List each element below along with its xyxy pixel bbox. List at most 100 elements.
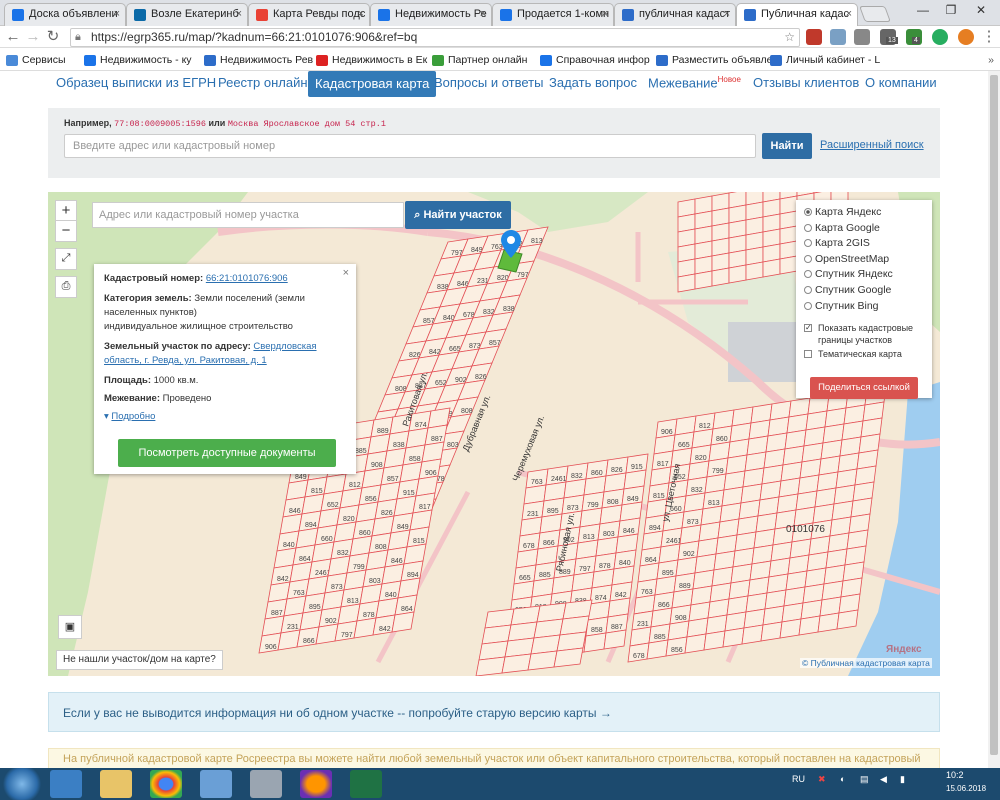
layer-option[interactable]: Спутник Google bbox=[804, 284, 891, 296]
close-tab-icon[interactable]: × bbox=[846, 4, 852, 25]
cadastral-plot[interactable] bbox=[684, 633, 707, 654]
cadastral-plot[interactable] bbox=[779, 255, 798, 275]
tray-icon[interactable]: ◐ bbox=[840, 774, 845, 784]
bookmark-item[interactable]: Справочная инфор bbox=[540, 49, 650, 71]
bookmark-item[interactable]: Недвижимость Рев bbox=[204, 49, 313, 71]
back-icon[interactable]: ← bbox=[4, 28, 22, 46]
cadastral-plot[interactable] bbox=[760, 621, 783, 642]
close-tab-icon[interactable]: × bbox=[236, 4, 242, 25]
network-icon[interactable]: ▤ bbox=[860, 774, 869, 785]
url-field[interactable]: 🔒︎ https://egrp365.ru/map/?kadnum=66:21:… bbox=[70, 28, 800, 47]
forward-icon[interactable]: → bbox=[24, 28, 42, 46]
not-found-button[interactable]: Не нашли участок/дом на карте? bbox=[56, 650, 223, 670]
cadastral-plot[interactable] bbox=[583, 632, 607, 653]
layer-option[interactable]: Карта Яндекс bbox=[804, 206, 881, 218]
language-indicator[interactable]: RU bbox=[792, 774, 805, 784]
firefox-icon[interactable] bbox=[300, 770, 332, 798]
app-icon[interactable] bbox=[200, 770, 232, 798]
nav-reviews[interactable]: Отзывы клиентов bbox=[753, 75, 859, 90]
cadastral-plot[interactable] bbox=[836, 609, 859, 630]
extension-icon[interactable] bbox=[830, 29, 846, 45]
cadastral-plot[interactable] bbox=[703, 630, 726, 651]
bookmark-item[interactable]: Партнер онлайн bbox=[432, 49, 527, 71]
bookmark-star-icon[interactable]: ☆ bbox=[784, 29, 795, 46]
bookmark-item[interactable]: Недвижимость - ку bbox=[84, 49, 192, 71]
browser-tab[interactable]: Продается 1-комн × bbox=[492, 3, 614, 26]
cadastral-plot[interactable] bbox=[527, 650, 558, 671]
cadastral-plot[interactable] bbox=[391, 611, 415, 633]
file-explorer-icon[interactable] bbox=[100, 770, 132, 798]
location-marker-icon[interactable] bbox=[500, 230, 522, 260]
cad-number-link[interactable]: 66:21:0101076:906 bbox=[206, 273, 288, 284]
cadastral-map[interactable]: 797 838 857 826 808 803 878 874 858 915 849 846 840 8… bbox=[48, 192, 940, 676]
more-details-link[interactable]: ▾ Подробно bbox=[104, 410, 344, 424]
nav-survey[interactable]: МежеваниеНовое bbox=[648, 75, 741, 90]
extension-badge-icon[interactable]: 13 bbox=[880, 29, 898, 45]
cadastral-plot[interactable] bbox=[728, 264, 747, 284]
browser-tab[interactable]: Доска объявлени × bbox=[4, 3, 126, 26]
bookmark-item[interactable]: Сервисы bbox=[6, 49, 66, 71]
cadastral-plot[interactable] bbox=[798, 615, 821, 636]
advanced-search-link[interactable]: Расширенный поиск bbox=[820, 139, 924, 151]
browser-tab[interactable]: Публичная кадас × bbox=[736, 3, 858, 27]
bookmark-item[interactable]: Личный кабинет - L bbox=[770, 49, 880, 71]
reload-icon[interactable]: ↻ bbox=[44, 28, 62, 46]
new-tab-button[interactable] bbox=[859, 6, 891, 22]
printer-app-icon[interactable] bbox=[250, 770, 282, 798]
find-plot-button[interactable]: ⌕ Найти участок bbox=[405, 201, 511, 229]
cadastral-plot[interactable] bbox=[475, 656, 506, 676]
layer-option[interactable]: Карта Google bbox=[804, 222, 880, 234]
old-map-notice[interactable]: Если у вас не выводится информация ни об… bbox=[48, 692, 940, 732]
close-tab-icon[interactable]: × bbox=[602, 4, 608, 25]
menu-icon[interactable]: ⋮ bbox=[980, 28, 998, 46]
more-bookmarks-icon[interactable]: » bbox=[988, 49, 994, 71]
extension-icon[interactable] bbox=[932, 29, 948, 45]
media-player-icon[interactable] bbox=[50, 770, 82, 798]
nav-ask-question[interactable]: Задать вопрос bbox=[549, 75, 637, 90]
cadastral-plot[interactable] bbox=[646, 639, 669, 660]
cadastral-plot[interactable] bbox=[741, 624, 764, 645]
close-tab-icon[interactable]: × bbox=[358, 4, 364, 25]
nav-faq[interactable]: Вопросы и ответы bbox=[434, 75, 543, 90]
legend-icon[interactable]: ▣ bbox=[58, 615, 82, 639]
layer-option[interactable]: OpenStreetMap bbox=[804, 253, 889, 265]
page-scrollbar[interactable] bbox=[988, 71, 1000, 768]
cadastral-plot[interactable] bbox=[711, 267, 730, 287]
minimize-window-icon[interactable]: — bbox=[912, 0, 934, 20]
chrome-icon[interactable] bbox=[150, 770, 182, 798]
nav-cadastral-map[interactable]: Кадастровая карта bbox=[308, 71, 437, 97]
print-icon[interactable]: ⎙ bbox=[55, 276, 77, 298]
layer-option[interactable]: Карта 2GIS bbox=[804, 237, 870, 249]
nav-about[interactable]: О компании bbox=[865, 75, 937, 90]
volume-icon[interactable]: ◀ bbox=[880, 774, 887, 785]
show-borders-checkbox[interactable]: ✓ Показать кадастровые границы участков bbox=[804, 322, 928, 346]
clock-time[interactable]: 10:2 bbox=[946, 770, 964, 780]
cadastral-plot[interactable] bbox=[762, 258, 781, 278]
cadastral-plot[interactable] bbox=[779, 618, 802, 639]
map-attribution-link[interactable]: © Публичная кадастровая карта bbox=[800, 658, 932, 668]
excel-icon[interactable] bbox=[350, 770, 382, 798]
thematic-map-checkbox[interactable]: Тематическая карта bbox=[804, 349, 902, 359]
tray-icon[interactable]: ✖ bbox=[818, 774, 826, 785]
close-tab-icon[interactable]: × bbox=[114, 4, 120, 25]
map-search-input[interactable]: Адрес или кадастровый номер участка bbox=[92, 202, 404, 228]
bookmark-item[interactable]: Разместить объявле bbox=[656, 49, 772, 71]
cadastral-plot[interactable] bbox=[722, 627, 745, 648]
browser-tab[interactable]: Карта Ревды подс × bbox=[248, 3, 370, 26]
layer-option[interactable]: Спутник Bing bbox=[804, 300, 879, 312]
fullscreen-icon[interactable]: ⤢ bbox=[55, 248, 77, 270]
cadastral-plot[interactable] bbox=[677, 273, 696, 293]
clock-date[interactable]: 15.06.2018 bbox=[946, 784, 986, 793]
tray-icon[interactable]: ▮ bbox=[900, 774, 905, 785]
close-window-icon[interactable]: ✕ bbox=[970, 0, 992, 20]
nav-registry-online[interactable]: Реестр онлайн bbox=[218, 75, 308, 90]
browser-tab[interactable]: Недвижимость Ре × bbox=[370, 3, 492, 26]
nav-sample-extract[interactable]: Образец выписки из ЕГРН bbox=[56, 75, 216, 90]
share-link-button[interactable]: Поделиться ссылкой bbox=[810, 377, 918, 399]
scrollbar-thumb[interactable] bbox=[990, 75, 998, 755]
find-button[interactable]: Найти bbox=[762, 133, 812, 159]
cadastral-plot[interactable] bbox=[553, 647, 584, 668]
address-search-input[interactable]: Введите адрес или кадастровый номер bbox=[64, 134, 756, 158]
view-documents-button[interactable]: Посмотреть доступные документы bbox=[118, 439, 336, 467]
close-tab-icon[interactable]: × bbox=[724, 4, 730, 25]
